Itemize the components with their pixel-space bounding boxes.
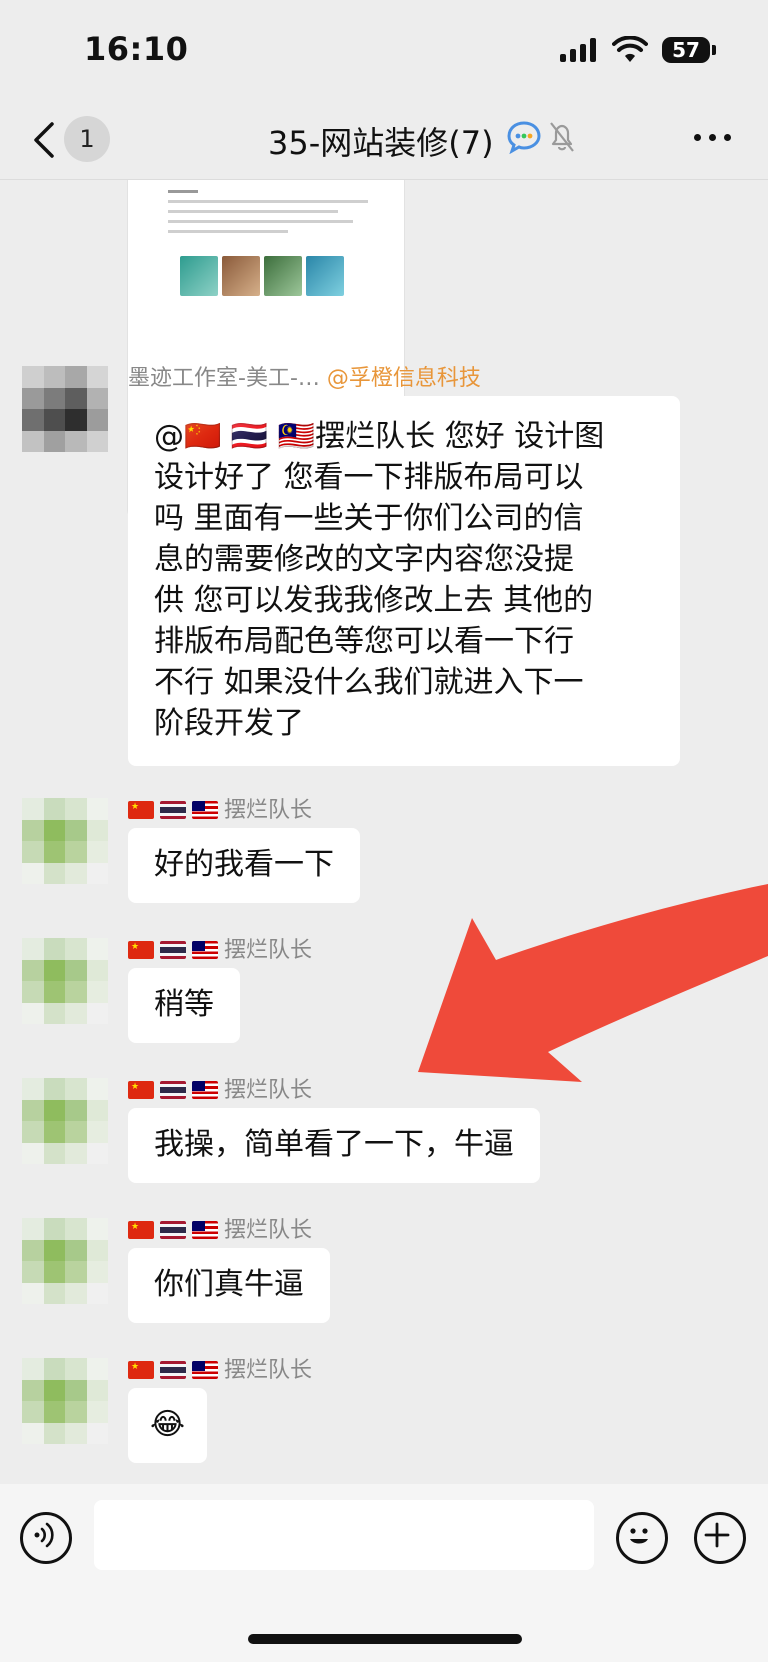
- chat-header: 1 35-网站装修(7): [0, 100, 768, 180]
- sender-name: ★ 摆烂队长: [128, 1352, 312, 1384]
- sender-label: 墨迹工作室-美工-…: [128, 366, 320, 391]
- avatar[interactable]: [22, 1078, 108, 1164]
- malaysia-flag-icon: [192, 1361, 218, 1379]
- message-line: 吗 里面有一些关于你们公司的信: [154, 501, 584, 536]
- malaysia-flag-icon: [192, 1221, 218, 1239]
- mute-bell-icon: [550, 122, 574, 152]
- thailand-flag-icon: [160, 1081, 186, 1099]
- china-flag-icon: ★: [128, 1081, 154, 1099]
- china-flag-icon: ★: [128, 1361, 154, 1379]
- thailand-flag-icon: [160, 1221, 186, 1239]
- thailand-flag-icon: [160, 801, 186, 819]
- malaysia-flag-icon: [192, 801, 218, 819]
- sender-label: 摆烂队长: [224, 798, 313, 823]
- message-bubble[interactable]: 稍等: [128, 968, 240, 1043]
- group-chat-icon[interactable]: [506, 120, 542, 154]
- battery-cap: [712, 45, 716, 55]
- emoji-icon[interactable]: [616, 1512, 668, 1564]
- sender-name: ★ 摆烂队长: [128, 932, 312, 964]
- battery-icon: 57: [662, 37, 710, 63]
- plus-icon[interactable]: [694, 1512, 746, 1564]
- sender-name: ★ 摆烂队长: [128, 1072, 312, 1104]
- image-text-lines: [168, 190, 368, 240]
- image-thumbnails: [180, 256, 344, 296]
- message-text: 稍等: [154, 987, 214, 1022]
- thailand-flag-icon: [160, 941, 186, 959]
- wifi-icon: [612, 36, 648, 62]
- cellular-signal-icon: [560, 38, 596, 62]
- sender-label: 摆烂队长: [224, 938, 313, 963]
- sender-name: 墨迹工作室-美工-… @孚橙信息科技: [128, 360, 481, 392]
- message-bubble[interactable]: 你们真牛逼: [128, 1248, 330, 1323]
- message-line: 阶段开发了: [154, 706, 304, 741]
- sender-name: ★ 摆烂队长: [128, 792, 312, 824]
- thailand-flag-icon: [160, 1361, 186, 1379]
- china-flag-icon: ★: [128, 941, 154, 959]
- malaysia-flag-icon: [192, 941, 218, 959]
- china-flag-icon: ★: [128, 1221, 154, 1239]
- unread-count-badge[interactable]: 1: [64, 116, 110, 162]
- message-line: 不行 如果没什么我们就进入下一: [154, 665, 584, 700]
- back-icon[interactable]: [30, 120, 58, 160]
- china-flag-icon: ★: [128, 801, 154, 819]
- message-bubble[interactable]: @🇨🇳 🇹🇭 🇲🇾摆烂队长 您好 设计图 设计好了 您看一下排版布局可以 吗 里…: [128, 396, 680, 766]
- message-emoji: 😂: [150, 1407, 186, 1442]
- avatar[interactable]: [22, 1218, 108, 1304]
- avatar[interactable]: [22, 1358, 108, 1444]
- message-input[interactable]: [94, 1500, 594, 1570]
- message-line: 息的需要修改的文字内容您没提: [154, 542, 574, 577]
- more-icon[interactable]: [694, 134, 731, 141]
- sender-name: ★ 摆烂队长: [128, 1212, 312, 1244]
- sender-label: 摆烂队长: [224, 1358, 313, 1383]
- message-bubble[interactable]: 😂: [128, 1388, 208, 1463]
- avatar[interactable]: [22, 938, 108, 1024]
- message-line: 排版布局配色等您可以看一下行: [154, 624, 574, 659]
- malaysia-flag-icon: [192, 1081, 218, 1099]
- voice-icon[interactable]: [20, 1512, 72, 1564]
- message-line: 供 您可以发我我修改上去 其他的: [154, 583, 594, 618]
- message-bubble[interactable]: 我操，简单看了一下，牛逼: [128, 1108, 540, 1183]
- home-indicator: [248, 1634, 522, 1644]
- sender-label: 摆烂队长: [224, 1078, 313, 1103]
- message-text: 好的我看一下: [154, 847, 334, 882]
- chat-title[interactable]: 35-网站装修(7): [268, 118, 494, 164]
- message-text: 我操，简单看了一下，牛逼: [154, 1127, 514, 1162]
- avatar[interactable]: [22, 366, 108, 452]
- message-line: 设计好了 您看一下排版布局可以: [154, 460, 584, 495]
- message-text: 你们真牛逼: [154, 1267, 304, 1302]
- message-list[interactable]: 墨迹工作室-美工-… @孚橙信息科技 @🇨🇳 🇹🇭 🇲🇾摆烂队长 您好 设计图 …: [0, 180, 768, 1480]
- status-bar: 16:10 57: [0, 0, 768, 100]
- message-line: @🇨🇳 🇹🇭 🇲🇾摆烂队长 您好 设计图: [154, 419, 605, 454]
- status-time: 16:10: [84, 30, 189, 68]
- mention-tag: @孚橙信息科技: [326, 366, 481, 391]
- message-bubble[interactable]: 好的我看一下: [128, 828, 360, 903]
- sender-label: 摆烂队长: [224, 1218, 313, 1243]
- avatar[interactable]: [22, 798, 108, 884]
